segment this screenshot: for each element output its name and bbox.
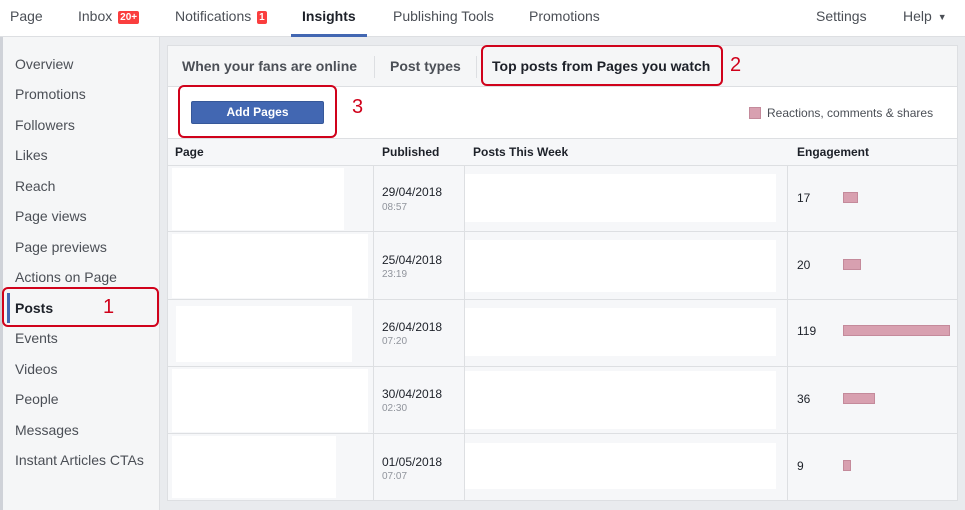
posts-cell [465, 232, 788, 299]
tab-divider [476, 56, 477, 78]
annotation-number-1: 1 [103, 296, 115, 318]
page-cell [168, 434, 374, 500]
redacted-area [465, 443, 776, 489]
sidebar-item-reach[interactable]: Reach [15, 177, 55, 195]
sidebar-item-actions-on-page[interactable]: Actions on Page [15, 268, 117, 286]
tab-divider [374, 56, 375, 78]
redacted-area [172, 168, 344, 230]
published-date: 25/04/2018 [382, 253, 443, 267]
notifications-badge: 1 [257, 11, 267, 24]
inbox-badge: 20+ [118, 11, 140, 24]
page-cell [168, 232, 374, 299]
tab-post-types[interactable]: Post types [390, 58, 461, 74]
page-cell [168, 166, 374, 231]
nav-inbox[interactable]: Inbox 20+ [78, 0, 140, 37]
nav-page[interactable]: Page [10, 0, 43, 37]
engagement-value: 119 [797, 324, 817, 338]
table-row[interactable]: 01/05/2018 07:07 9 [168, 434, 957, 500]
sidebar-item-instant-articles-ctas[interactable]: Instant Articles CTAs [15, 451, 144, 469]
annotation-number-2: 2 [730, 54, 742, 76]
published-cell: 25/04/2018 23:19 [374, 232, 465, 299]
page-cell [168, 367, 374, 433]
engagement-bar [843, 325, 950, 336]
sidebar-item-promotions[interactable]: Promotions [15, 85, 86, 103]
table-row[interactable]: 29/04/2018 08:57 17 [168, 166, 957, 232]
nav-insights[interactable]: Insights [291, 0, 367, 37]
published-time: 23:19 [382, 269, 408, 280]
engagement-cell: 20 [788, 232, 957, 299]
sidebar-item-page-previews[interactable]: Page previews [15, 238, 107, 256]
sidebar: Overview Promotions Followers Likes Reac… [0, 37, 160, 510]
top-nav: Page Inbox 20+ Notifications 1 Insights … [0, 0, 965, 37]
engagement-value: 20 [797, 258, 811, 272]
published-date: 26/04/2018 [382, 320, 443, 334]
chevron-down-icon: ▼ [937, 12, 947, 22]
engagement-bar [843, 393, 875, 404]
nav-help[interactable]: Help ▼ [903, 0, 947, 37]
table-header: Page Published Posts This Week Engagemen… [168, 138, 957, 166]
published-time: 02:30 [382, 403, 408, 414]
posts-cell [465, 166, 788, 231]
sidebar-item-events[interactable]: Events [15, 329, 58, 347]
engagement-value: 17 [797, 191, 811, 205]
engagement-bar [843, 460, 851, 471]
nav-promotions[interactable]: Promotions [529, 0, 600, 37]
engagement-cell: 17 [788, 166, 957, 231]
sidebar-item-people[interactable]: People [15, 390, 59, 408]
engagement-cell: 9 [788, 434, 957, 500]
annotation-box-posts [2, 287, 159, 327]
posts-cell [465, 434, 788, 500]
sidebar-item-overview[interactable]: Overview [15, 55, 73, 73]
sidebar-item-page-views[interactable]: Page views [15, 207, 87, 225]
posts-cell [465, 300, 788, 366]
column-header-posts-this-week[interactable]: Posts This Week [473, 145, 568, 159]
table-row[interactable]: 26/04/2018 07:20 119 [168, 300, 957, 367]
legend-swatch [749, 107, 761, 119]
redacted-area [465, 240, 776, 292]
engagement-cell: 36 [788, 367, 957, 433]
sidebar-item-videos[interactable]: Videos [15, 360, 58, 378]
table-row[interactable]: 25/04/2018 23:19 20 [168, 232, 957, 300]
nav-publishing-tools[interactable]: Publishing Tools [393, 0, 494, 37]
redacted-area [172, 436, 336, 498]
redacted-area [465, 371, 776, 429]
annotation-number-3: 3 [352, 96, 364, 118]
engagement-cell: 119 [788, 300, 957, 366]
sidebar-item-followers[interactable]: Followers [15, 116, 75, 134]
sidebar-item-messages[interactable]: Messages [15, 421, 79, 439]
annotation-box-add-pages [178, 85, 337, 138]
engagement-value: 36 [797, 392, 811, 406]
published-date: 29/04/2018 [382, 185, 443, 199]
redacted-area [172, 369, 368, 432]
published-date: 30/04/2018 [382, 387, 443, 401]
posts-cell [465, 367, 788, 433]
published-cell: 01/05/2018 07:07 [374, 434, 465, 500]
redacted-area [465, 174, 776, 222]
chart-legend: Reactions, comments & shares [749, 106, 933, 120]
redacted-area [465, 308, 776, 356]
published-date: 01/05/2018 [382, 455, 443, 469]
published-cell: 26/04/2018 07:20 [374, 300, 465, 366]
column-header-engagement[interactable]: Engagement [797, 145, 869, 159]
published-time: 08:57 [382, 202, 408, 213]
nav-notifications[interactable]: Notifications 1 [175, 0, 267, 37]
tab-when-fans-online[interactable]: When your fans are online [182, 58, 357, 74]
column-header-page[interactable]: Page [175, 145, 204, 159]
published-time: 07:07 [382, 471, 408, 482]
sidebar-item-likes[interactable]: Likes [15, 146, 48, 164]
column-header-published[interactable]: Published [382, 145, 439, 159]
annotation-box-top-posts-tab [481, 45, 723, 86]
published-cell: 29/04/2018 08:57 [374, 166, 465, 231]
nav-settings[interactable]: Settings [816, 0, 867, 37]
page-cell [168, 300, 374, 366]
legend-label: Reactions, comments & shares [767, 106, 934, 120]
published-cell: 30/04/2018 02:30 [374, 367, 465, 433]
engagement-bar [843, 192, 858, 203]
table-row[interactable]: 30/04/2018 02:30 36 [168, 367, 957, 434]
redacted-area [172, 234, 368, 298]
published-time: 07:20 [382, 336, 408, 347]
engagement-value: 9 [797, 459, 804, 473]
engagement-bar [843, 259, 861, 270]
redacted-area [176, 306, 352, 362]
